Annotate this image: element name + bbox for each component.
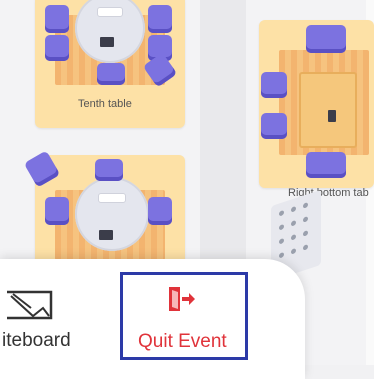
chair[interactable] [45, 197, 69, 225]
chair[interactable] [306, 152, 346, 178]
whiteboard-label: iteboard [2, 330, 71, 351]
table-caption: Tenth table [78, 98, 132, 110]
exit-door-icon [169, 287, 195, 311]
chair[interactable] [306, 25, 346, 53]
chair[interactable] [261, 113, 287, 139]
table-tile-right-bottom[interactable]: Right bottom tab [259, 20, 374, 199]
table-tile-tenth[interactable]: Tenth table [35, 0, 185, 128]
laptop-icon [328, 110, 336, 122]
chair[interactable] [148, 5, 172, 33]
chair[interactable] [97, 63, 125, 85]
table-tile-lower-left[interactable] [23, 150, 185, 275]
chair[interactable] [45, 35, 69, 61]
chair[interactable] [261, 72, 287, 98]
chair[interactable] [95, 159, 123, 181]
laptop-icon [100, 37, 114, 47]
chair[interactable] [23, 150, 61, 188]
laptop-icon [99, 230, 113, 240]
chair[interactable] [148, 197, 172, 225]
table-lamp [97, 7, 123, 17]
whiteboard-icon [7, 290, 53, 320]
table-lamp [98, 193, 126, 203]
quit-event-label: Quit Event [138, 331, 227, 352]
chair[interactable] [45, 5, 69, 33]
